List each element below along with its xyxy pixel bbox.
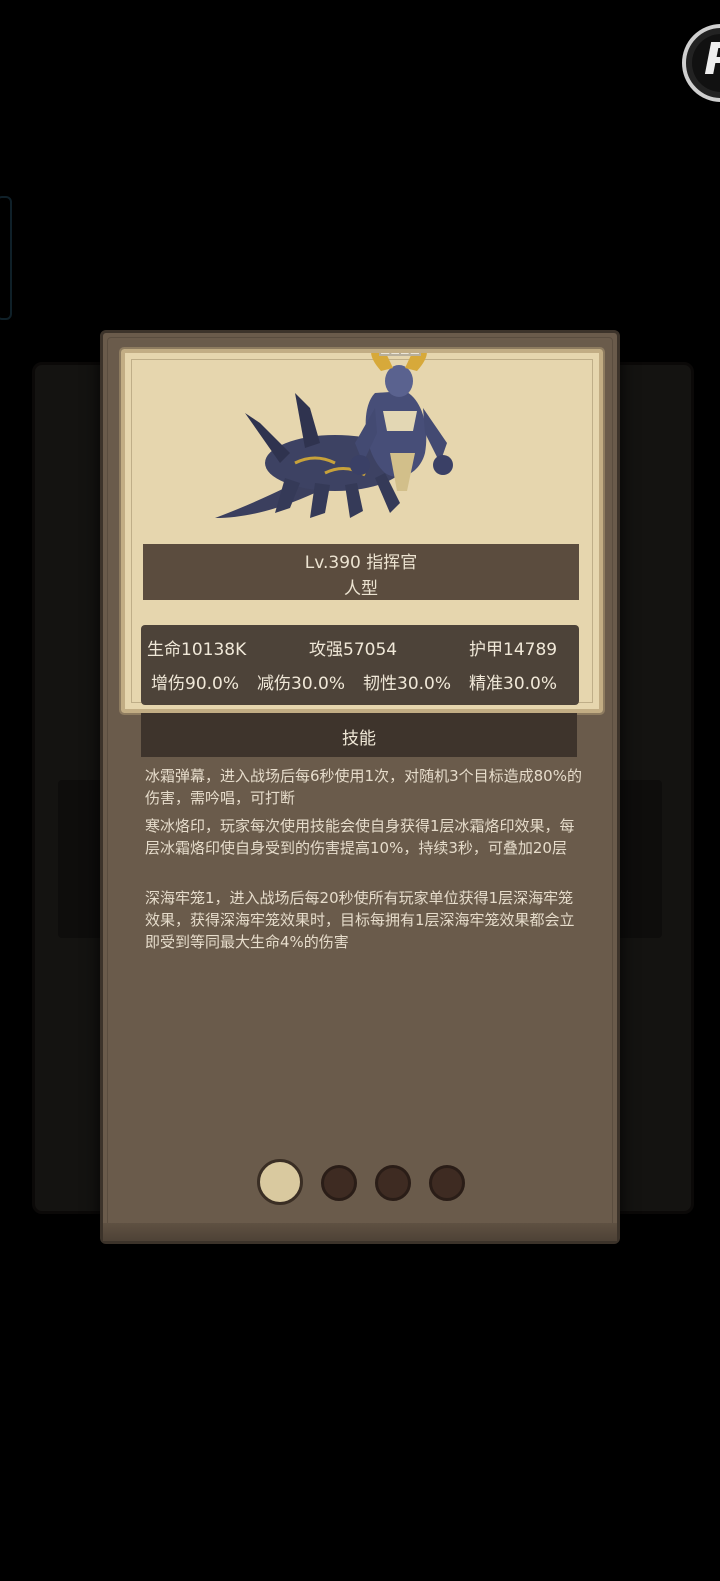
page-indicator (103, 1155, 617, 1205)
stat-armor: 护甲14789 (469, 640, 558, 660)
stat-accuracy: 精准30.0% (469, 674, 558, 694)
stat-attack: 攻强57054 (309, 640, 398, 660)
unit-type: 人型 (344, 579, 378, 599)
page-dot-4[interactable] (429, 1165, 465, 1201)
unit-level-title: Lv.390 指挥官 (304, 553, 418, 573)
portrait-frame: Lv.390 指挥官 人型 生命10138K 攻强57054 护甲14789 增… (119, 347, 605, 715)
stat-toughness: 韧性30.0% (363, 674, 452, 694)
stat-hp: 生命10138K (147, 640, 247, 660)
skills-header: 技能 (141, 713, 577, 757)
page-dot-2[interactable] (321, 1165, 357, 1201)
skill-description-2: 寒冰烙印，玩家每次使用技能会使自身获得1层冰霜烙印效果，每层冰霜烙印使自身受到的… (145, 817, 575, 857)
game-screen: P (0, 0, 720, 1581)
enemy-info-card: Lv.390 指挥官 人型 生命10138K 攻强57054 护甲14789 增… (100, 330, 620, 1244)
page-dot-3[interactable] (375, 1165, 411, 1201)
skill-description-3: 深海牢笼1，进入战场后每20秒使所有玩家单位获得1层深海牢笼效果，获得深海牢笼效… (145, 889, 575, 951)
unit-name-bar: Lv.390 指挥官 人型 (143, 544, 579, 600)
skill-description-1: 冰霜弹幕，进入战场后每6秒使用1次，对随机3个目标造成80%的伤害，需吟唱，可打… (145, 767, 582, 807)
page-dot-1[interactable] (257, 1159, 303, 1205)
skills-header-label: 技能 (342, 729, 376, 749)
stats-panel: 生命10138K 攻强57054 护甲14789 增伤90.0% 减伤30.0%… (141, 625, 579, 705)
creature-portrait-icon (215, 353, 453, 518)
stat-damage-reduction: 减伤30.0% (257, 674, 346, 694)
stat-damage-increase: 增伤90.0% (151, 674, 240, 694)
background-side-tab (0, 196, 12, 320)
card-bottom-edge (103, 1223, 617, 1241)
